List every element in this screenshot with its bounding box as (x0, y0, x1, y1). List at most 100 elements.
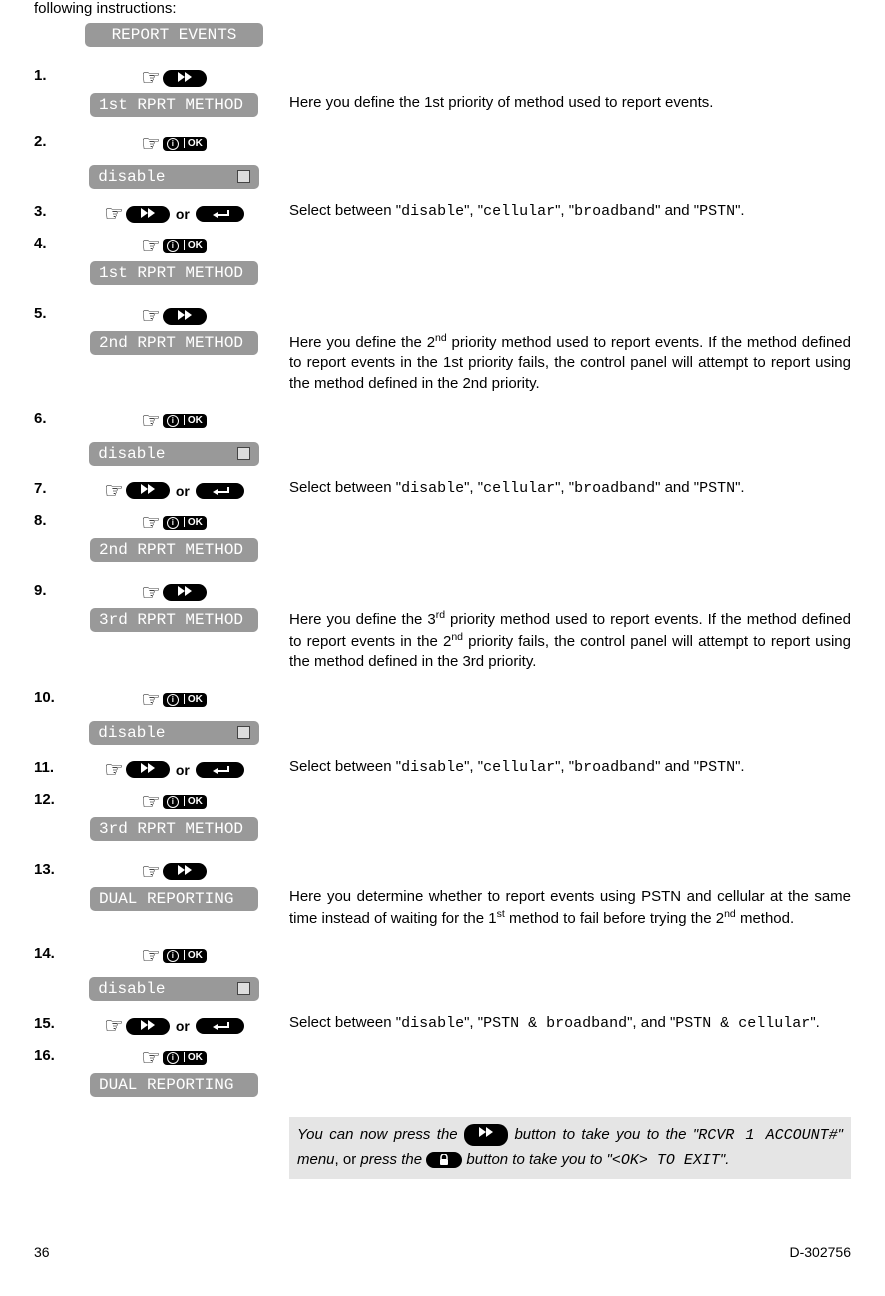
pointer-icon: ☞ (141, 510, 161, 535)
step-row: 1. ☞ (34, 65, 851, 91)
step-number: 10. (34, 687, 69, 706)
display-box: 1st RPRT METHOD (90, 261, 258, 285)
step-row: 3. ☞ or Select between "disable", "cellular… (34, 201, 851, 227)
pointer-icon: ☞ (141, 687, 161, 712)
display-box: disable (89, 442, 258, 466)
cursor (237, 726, 250, 739)
step-desc: Select between "disable", "cellular", "b… (279, 478, 851, 499)
step-icons: ☞iOK (69, 408, 279, 434)
pointer-icon: ☞ (104, 201, 124, 226)
return-icon (196, 206, 244, 222)
step-icons: ☞ (69, 580, 279, 606)
note-text: , or (335, 1151, 361, 1168)
return-icon (196, 1018, 244, 1034)
step-icons: ☞iOK (69, 789, 279, 815)
pointer-icon: ☞ (104, 757, 124, 782)
pointer-icon: ☞ (141, 65, 161, 90)
step-desc: Select between "disable", "cellular", "b… (279, 757, 851, 778)
step-icons: ☞ or (69, 478, 279, 504)
note-text: ". (720, 1151, 730, 1168)
pointer-icon: ☞ (141, 233, 161, 258)
step-row: 13.☞ (34, 859, 851, 885)
forward-icon (163, 584, 207, 601)
return-icon (196, 483, 244, 499)
display-box: 3rd RPRT METHOD (90, 817, 258, 841)
step-row: 11. ☞ or Select between "disable", "cellula… (34, 757, 851, 783)
step-icons: ☞ (69, 303, 279, 329)
step-row: 2.☞iOK (34, 131, 851, 157)
display-box: DUAL REPORTING (90, 887, 258, 911)
step-number: 2. (34, 131, 69, 150)
note-menu2: <OK> TO EXIT (612, 1152, 720, 1169)
step-row: 9.☞ (34, 580, 851, 606)
step-icons: ☞ (69, 859, 279, 885)
step-icons: ☞iOK (69, 1045, 279, 1071)
cursor (237, 447, 250, 460)
forward-icon (126, 761, 170, 778)
note-box: You can now press the button to take you… (289, 1117, 851, 1179)
pointer-icon: ☞ (104, 478, 124, 503)
cursor (237, 982, 250, 995)
pointer-icon: ☞ (141, 408, 161, 433)
step-number: 14. (34, 943, 69, 962)
pointer-icon: ☞ (141, 943, 161, 968)
lock-icon (426, 1152, 462, 1168)
or-label: or (176, 1018, 190, 1034)
step-row: 15.☞orSelect between "disable", "PSTN & … (34, 1013, 851, 1039)
display-box: 2nd RPRT METHOD (90, 331, 258, 355)
step-number: 3. (34, 201, 69, 220)
step-desc: Select between "disable", "cellular", "b… (279, 201, 851, 222)
header-row: REPORT EVENTS (34, 23, 851, 47)
forward-icon (163, 308, 207, 325)
step-row: 6.☞iOK (34, 408, 851, 434)
note-menu1: RCVR 1 ACCOUNT# (698, 1127, 837, 1144)
step-row: 8.☞iOK (34, 510, 851, 536)
ok-icon: iOK (163, 949, 207, 963)
pointer-icon: ☞ (141, 1045, 161, 1070)
step-row: 4.☞iOK (34, 233, 851, 259)
ok-icon: iOK (163, 137, 207, 151)
step-icons: ☞iOK (69, 943, 279, 969)
pointer-icon: ☞ (141, 131, 161, 156)
display-box: 1st RPRT METHOD (90, 93, 258, 117)
doc-number: D-302756 (790, 1244, 852, 1260)
step-number: 9. (34, 580, 69, 599)
note-text: button to take you to " (466, 1151, 611, 1168)
or-label: or (176, 483, 190, 499)
note-text: button to take you to the " (514, 1126, 698, 1143)
ok-icon: iOK (163, 414, 207, 428)
display-box: 2nd RPRT METHOD (90, 538, 258, 562)
step-row: 10.☞iOK (34, 687, 851, 713)
note-text: press the (360, 1151, 426, 1168)
step-number: 5. (34, 303, 69, 322)
step-icons: ☞iOK (69, 131, 279, 157)
step-number: 6. (34, 408, 69, 427)
forward-icon (126, 206, 170, 223)
forward-icon (163, 863, 207, 880)
step-number: 13. (34, 859, 69, 878)
step-desc: Here you determine whether to report eve… (279, 887, 851, 930)
or-label: or (176, 762, 190, 778)
display-box: disable (89, 977, 258, 1001)
ok-icon: iOK (163, 239, 207, 253)
intro-text: following instructions: (34, 0, 851, 17)
step-icons: ☞ or (69, 1013, 279, 1039)
or-label: or (176, 206, 190, 222)
step-row: 12.☞iOK (34, 789, 851, 815)
step-number: 12. (34, 789, 69, 808)
step-number: 1. (34, 65, 69, 84)
step-icons: ☞ or (69, 201, 279, 227)
step-number: 11. (34, 757, 69, 776)
ok-icon: iOK (163, 1051, 207, 1065)
step-icons: ☞ or (69, 757, 279, 783)
pointer-icon: ☞ (104, 1013, 124, 1038)
step-icons: ☞ (69, 65, 279, 91)
cursor (237, 170, 250, 183)
step-row: 5.☞ (34, 303, 851, 329)
step-row: 7.☞orSelect between "disable", "cellular… (34, 478, 851, 504)
step-desc: Here you define the 3rd priority method … (279, 608, 851, 673)
header-box: REPORT EVENTS (85, 23, 263, 47)
pointer-icon: ☞ (141, 789, 161, 814)
step-row: 14.☞iOK (34, 943, 851, 969)
display-box: disable (89, 721, 258, 745)
